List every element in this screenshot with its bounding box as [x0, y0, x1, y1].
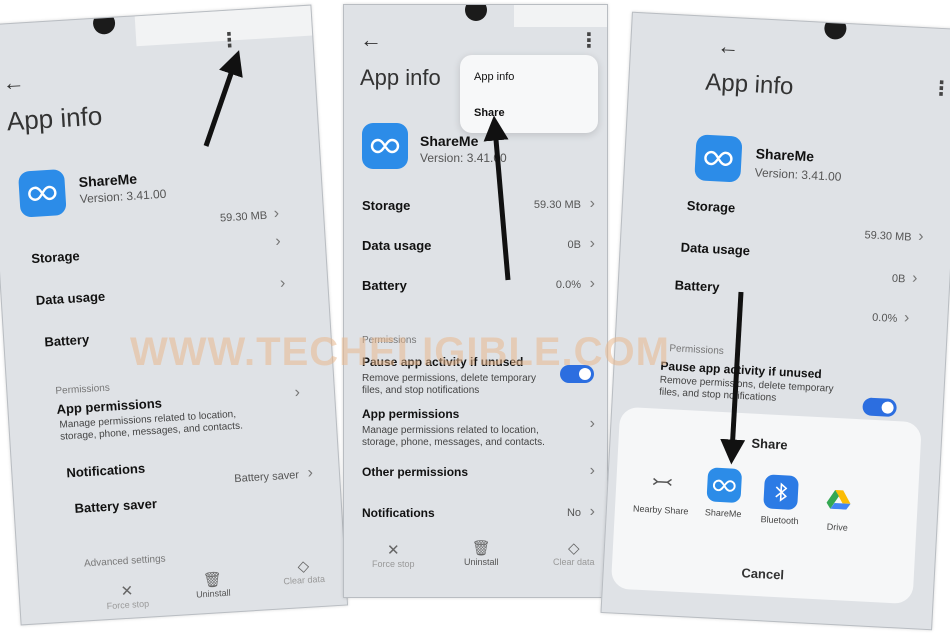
arrow-to-share-item [483, 115, 511, 281]
arrow-to-menu-icon [203, 50, 243, 147]
annotation-arrows [203, 50, 746, 465]
arrow-to-shareme-target [720, 291, 746, 465]
